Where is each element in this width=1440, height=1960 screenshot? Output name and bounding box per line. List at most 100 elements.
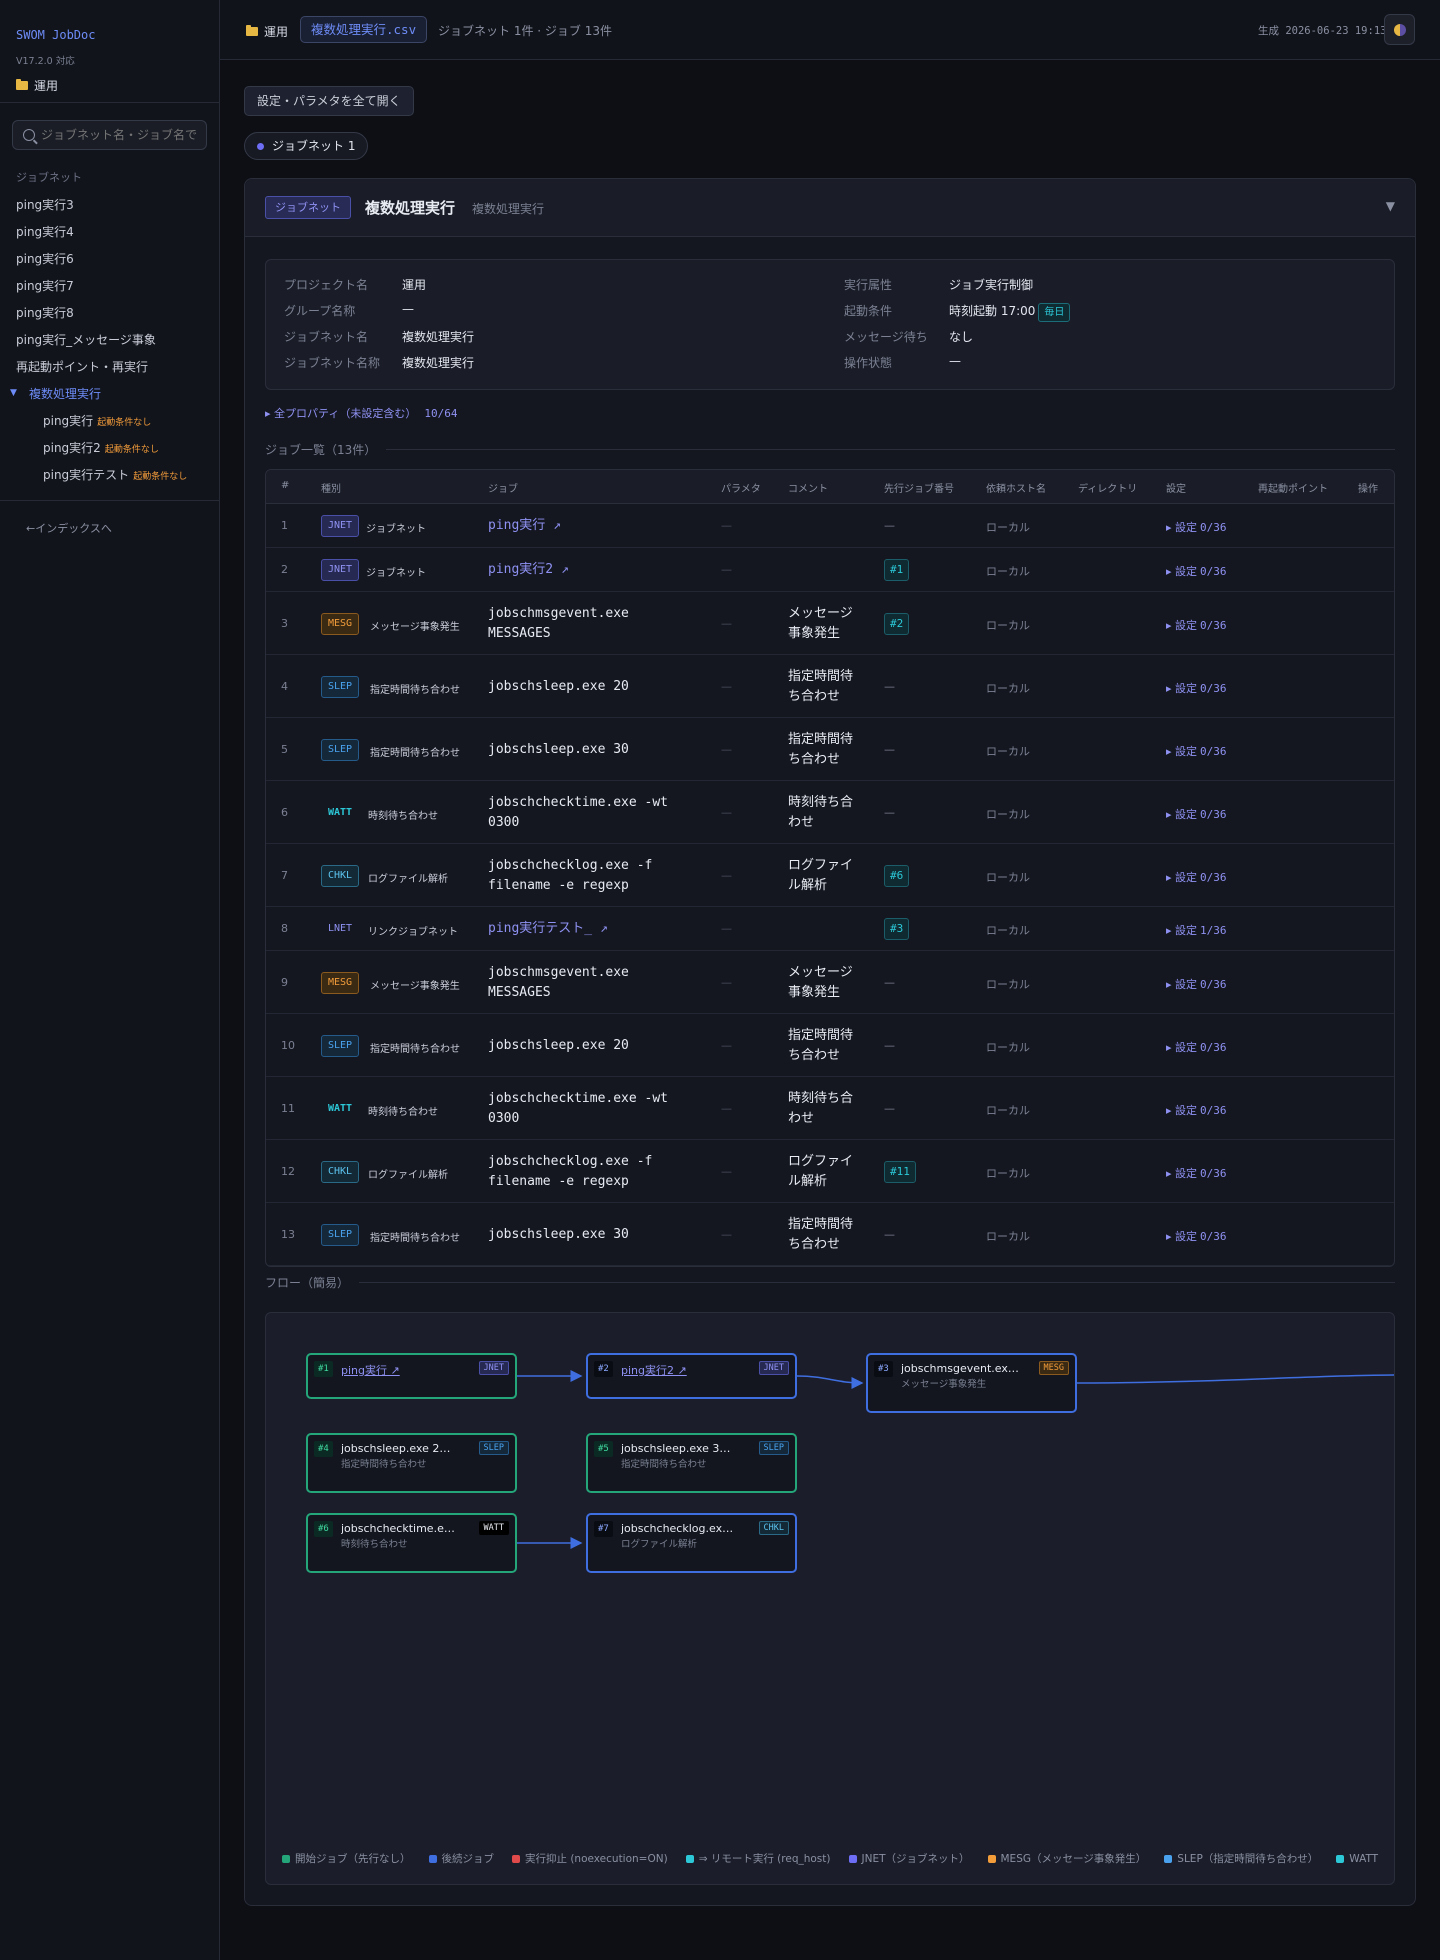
back-to-index-link[interactable]: ←インデックスへ — [26, 520, 112, 536]
job-command: jobschsleep.exe 20 — [488, 1037, 629, 1053]
sidebar-folder[interactable]: 運用 — [16, 77, 58, 94]
legend-swatch — [282, 1854, 290, 1863]
comment-text: ログファイル解析 — [788, 1153, 854, 1189]
sidebar-item[interactable]: 再起動ポイント・再実行 — [16, 358, 148, 375]
settings-toggle[interactable]: ▸ 設定 1/36 — [1166, 922, 1227, 938]
param-value: — — [721, 679, 732, 693]
host-value: ローカル — [986, 744, 1030, 758]
legend-label: 実行抑止 (noexecution=ON) — [525, 1853, 668, 1865]
all-properties-toggle[interactable]: ▸ 全プロパティ（未設定含む） 10/64 — [265, 405, 457, 421]
settings-toggle[interactable]: ▸ 設定 0/36 — [1166, 976, 1227, 992]
type-label: ログファイル解析 — [368, 1169, 448, 1181]
job-command[interactable]: ping実行2 ↗ — [488, 560, 688, 580]
sidebar-subitem[interactable]: ping実行2 起動条件なし — [43, 439, 159, 456]
predecessor-value: — — [884, 975, 895, 989]
flow-node[interactable]: #3 jobschmsgevent.ex… メッセージ事象発生 MESG — [866, 1353, 1077, 1413]
sidebar-item[interactable]: ping実行8 — [16, 304, 74, 321]
settings-count: 0/36 — [1200, 870, 1227, 884]
sidebar-subitem[interactable]: ping実行 起動条件なし — [43, 412, 151, 429]
app-title[interactable]: SWOM JobDoc — [16, 28, 95, 42]
predecessor-badge[interactable]: #2 — [884, 612, 910, 635]
legend-swatch — [428, 1854, 437, 1863]
settings-toggle[interactable]: ▸ 設定 0/36 — [1166, 519, 1227, 535]
divider — [0, 500, 220, 501]
job-table: # 種別 ジョブ パラメタ コメント 先行ジョブ番号 依頼ホスト名 ディレクトリ… — [265, 469, 1395, 1267]
table-row: 5 SLEP 指定時間待ち合わせ jobschsleep.exe 30 — 指定時間待ち合… — [266, 718, 1394, 781]
type-label: リンクジョブネット — [368, 927, 458, 938]
param-value: — — [721, 616, 732, 630]
sidebar-item[interactable]: ping実行3 — [16, 196, 74, 213]
flow-node[interactable]: #4 jobschsleep.exe 2… 指定時間待ち合わせ SLEP — [306, 1433, 517, 1493]
sidebar-item[interactable]: ping実行6 — [16, 250, 74, 267]
settings-toggle[interactable]: ▸ 設定 0/36 — [1166, 1039, 1227, 1055]
row-number: 8 — [281, 922, 288, 935]
settings-toggle[interactable]: ▸ 設定 0/36 — [1166, 680, 1227, 696]
expand-triangle-icon[interactable]: ▼ — [10, 388, 17, 398]
sidebar-subitem[interactable]: ping実行テスト 起動条件なし — [43, 466, 187, 483]
sidebar-item[interactable]: ping実行4 — [16, 223, 74, 240]
job-command[interactable]: ping実行テスト_ ↗ — [488, 919, 688, 939]
legend-label: JNET（ジョブネット） — [861, 1853, 970, 1865]
jobnet-pill[interactable]: ジョブネット 1 — [244, 132, 369, 160]
node-subtitle: 指定時間待ち合わせ — [621, 1459, 707, 1470]
settings-toggle[interactable]: ▸ 設定 0/36 — [1166, 806, 1227, 822]
summary-count: ジョブネット 1件 · ジョブ 13件 — [438, 24, 612, 38]
collapse-caret-icon[interactable]: ▼ — [1386, 199, 1395, 213]
settings-toggle[interactable]: ▸ 設定 0/36 — [1166, 1228, 1227, 1244]
theme-toggle-button[interactable] — [1384, 14, 1415, 45]
flow-legend: 開始ジョブ（先行なし） 後続ジョブ 実行抑止 (noexecution=ON) ⇒ リ… — [282, 1851, 1378, 1866]
file-chip[interactable]: 複数処理実行.csv — [300, 16, 428, 43]
predecessor-badge[interactable]: #3 — [884, 918, 910, 940]
host-value: ローカル — [986, 521, 1030, 534]
flow-node[interactable]: #1 ping実行 ↗ JNET — [306, 1353, 517, 1399]
search-box[interactable] — [12, 120, 207, 150]
param-value: — — [721, 805, 732, 819]
col-header: 先行ジョブ番号 — [884, 484, 954, 495]
card-header[interactable]: ジョブネット 複数処理実行 複数処理実行 ▼ — [245, 179, 1415, 237]
predecessor-badge[interactable]: #11 — [884, 1160, 916, 1183]
sidebar-item[interactable]: ping実行_メッセージ事象 — [16, 331, 156, 348]
flow-node[interactable]: #2 ping実行2 ↗ JNET — [586, 1353, 797, 1399]
job-command[interactable]: ping実行 ↗ — [488, 516, 688, 536]
job-command: jobschsleep.exe 30 — [488, 1226, 629, 1242]
flow-node[interactable]: #7 jobschchecklog.ex… ログファイル解析 CHKL — [586, 1513, 797, 1573]
breadcrumb-folder[interactable]: 運用 — [246, 23, 288, 40]
settings-toggle[interactable]: ▸ 設定 0/36 — [1166, 563, 1227, 579]
node-tag: SLEP — [758, 1441, 789, 1455]
node-title[interactable]: ping実行2 ↗ — [621, 1362, 751, 1378]
settings-toggle[interactable]: ▸ 設定 0/36 — [1166, 617, 1227, 633]
row-number: 9 — [281, 975, 288, 989]
row-number: 1 — [281, 519, 288, 532]
legend-label: WATT — [1349, 1852, 1379, 1865]
settings-toggle[interactable]: ▸ 設定 0/36 — [1166, 1102, 1227, 1118]
table-row: 1 JNET ジョブネット ping実行 ↗ — — ローカル ▸ 設定 0/36 — [266, 504, 1394, 548]
sidebar-item-active[interactable]: 複数処理実行 — [29, 385, 101, 402]
settings-toggle[interactable]: ▸ 設定 0/36 — [1166, 743, 1227, 759]
search-icon — [23, 129, 35, 141]
flow-node[interactable]: #5 jobschsleep.exe 3… 指定時間待ち合わせ SLEP — [586, 1433, 797, 1493]
legend-label: MESG（メッセージ事象発生） — [1000, 1853, 1147, 1865]
settings-toggle[interactable]: ▸ 設定 0/36 — [1166, 869, 1227, 885]
settings-label: ▸ 設定 — [1166, 565, 1198, 578]
table-header: # 種別 ジョブ パラメタ コメント 先行ジョブ番号 依頼ホスト名 ディレクトリ… — [266, 470, 1394, 504]
open-all-button[interactable]: 設定・パラメタを全て開く — [244, 86, 414, 116]
job-command: jobschchecktime.exe -wt 0300 — [488, 794, 669, 830]
predecessor-badge[interactable]: #6 — [884, 864, 910, 887]
flow-section-label: フロー（簡易） — [265, 1274, 1395, 1291]
settings-toggle[interactable]: ▸ 設定 0/36 — [1166, 1165, 1227, 1181]
prop-value: ジョブ実行制御 — [949, 278, 1034, 292]
node-title: jobschchecktime.e… — [341, 1522, 455, 1535]
app-version: V17.2.0 対応 — [16, 56, 75, 67]
type-label: 指定時間待ち合わせ — [370, 747, 460, 759]
legend-swatch — [512, 1854, 520, 1863]
generated-timestamp: 生成 2026-06-23 19:13 — [1258, 25, 1387, 37]
settings-label: ▸ 設定 — [1166, 924, 1198, 937]
node-title[interactable]: ping実行 ↗ — [341, 1362, 471, 1378]
sidebar-item[interactable]: ping実行7 — [16, 277, 74, 294]
node-subtitle: 時刻待ち合わせ — [341, 1539, 408, 1550]
predecessor-badge[interactable]: #1 — [884, 559, 910, 581]
prop-key: グループ名称 — [284, 304, 356, 318]
prop-value: なし — [949, 330, 974, 344]
search-input[interactable] — [41, 128, 201, 142]
flow-node[interactable]: #6 jobschchecktime.e… 時刻待ち合わせ WATT — [306, 1513, 517, 1573]
